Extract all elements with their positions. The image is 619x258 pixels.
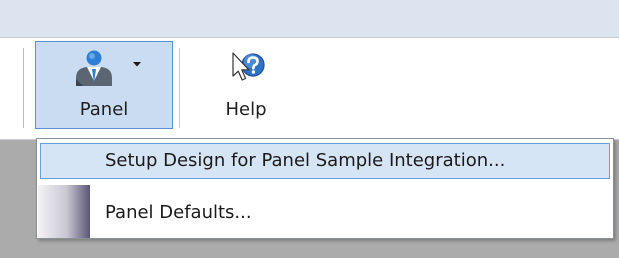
title-strip [0, 0, 619, 37]
panel-dropdown-menu: Setup Design for Panel Sample Integratio… [36, 138, 614, 239]
menu-item-panel-defaults[interactable]: Panel Defaults... [40, 195, 610, 231]
ribbon-separator [23, 48, 24, 128]
ribbon-separator [179, 48, 180, 128]
panel-button-label: Panel [79, 99, 129, 120]
help-question-icon [232, 52, 265, 81]
help-button-label: Help [225, 99, 267, 120]
chevron-down-icon[interactable] [130, 59, 144, 69]
person-icon [76, 50, 112, 86]
menu-item-setup-design[interactable]: Setup Design for Panel Sample Integratio… [40, 143, 610, 179]
